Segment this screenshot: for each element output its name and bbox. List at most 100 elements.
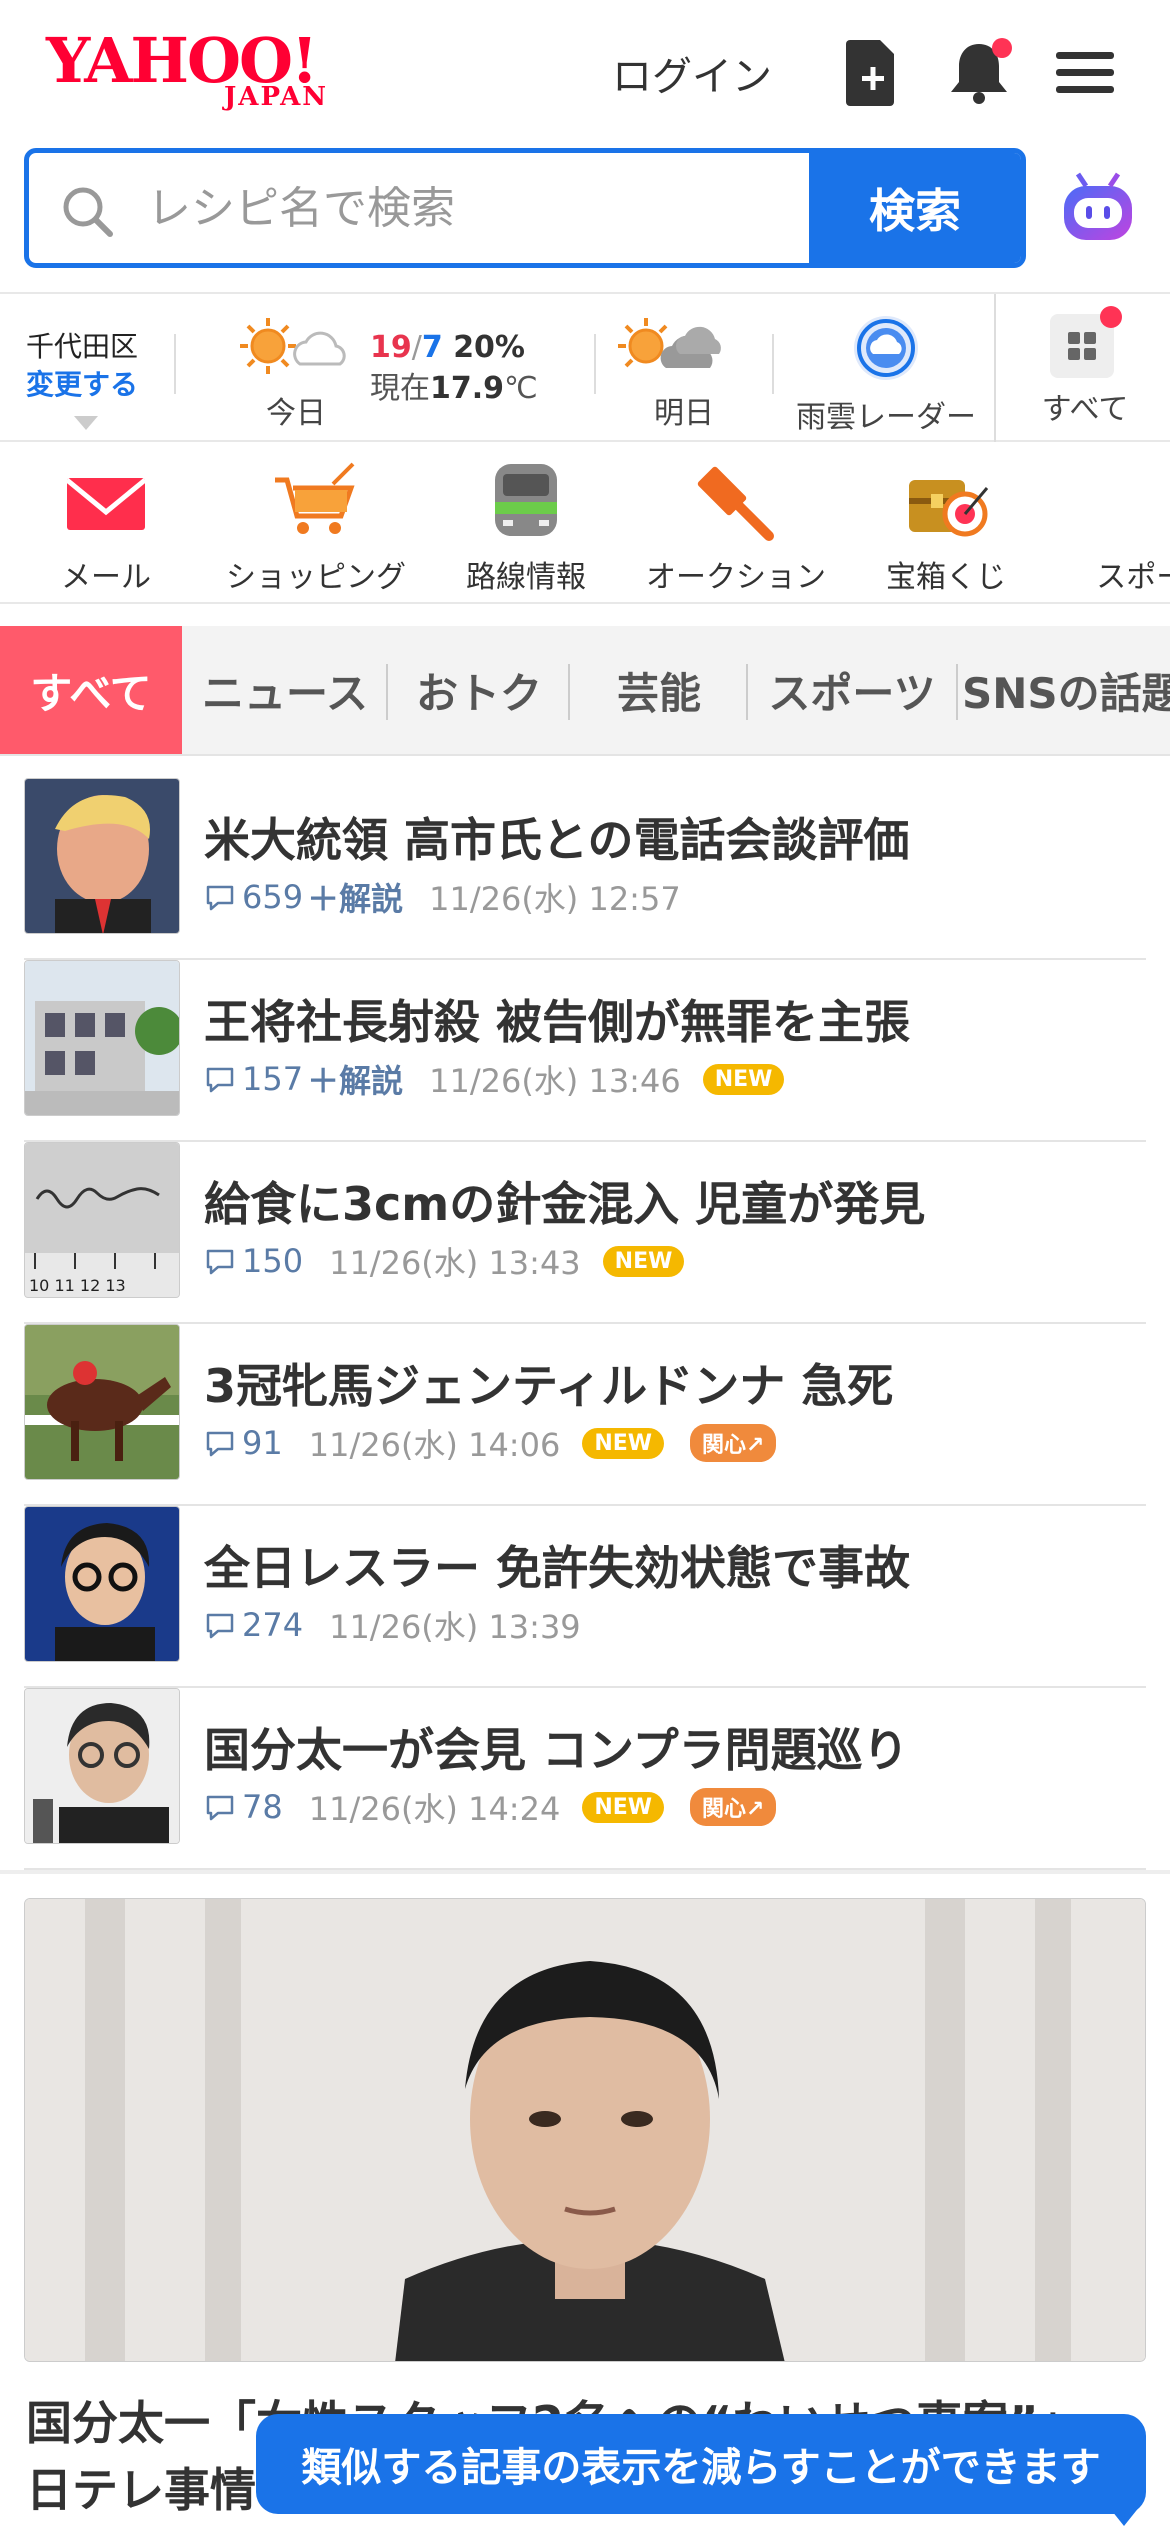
comment-icon [204, 881, 242, 913]
service-sports[interactable]: Sp スポーツ [1056, 458, 1170, 596]
ai-assistant-icon[interactable] [1056, 168, 1140, 252]
comment-count[interactable]: 78 [204, 1788, 283, 1826]
auction-hammer-icon [691, 458, 781, 544]
area-name: 千代田区 [26, 330, 139, 363]
today-temperature: 19/7 20% 現在17.9℃ [370, 330, 538, 406]
news-thumbnail [24, 1688, 180, 1844]
news-item[interactable]: 10 11 12 13 給食に3cmの針金混入 児童が発見 150 11/26(水) … [24, 1142, 1146, 1324]
tab-all[interactable]: すべて [0, 626, 182, 754]
news-thumbnail [24, 960, 180, 1116]
comment-count[interactable]: 274 [204, 1606, 303, 1644]
now-temp: 17.9 [430, 370, 505, 406]
commentary-link[interactable]: ＋解説 [307, 1056, 403, 1102]
comment-icon [204, 1245, 242, 1277]
news-title: 給食に3cmの針金混入 児童が発見 [204, 1177, 926, 1231]
all-label[interactable]: すべて [1020, 384, 1150, 428]
header: YAHOO! JAPAN ログイン [0, 0, 1170, 148]
news-meta: 91 11/26(水) 14:06 NEW 関心↗ [204, 1420, 777, 1466]
service-label: ショッピング [226, 560, 406, 595]
news-title: 米大統領 高市氏との電話会談評価 [204, 813, 910, 867]
temp-unit: ℃ [504, 370, 538, 406]
tomorrow-label: 明日 [654, 396, 714, 431]
service-nav: メール ショッピング 路線情報 オークション 宝箱くじ Sp スポーツ [0, 444, 1170, 604]
login-link[interactable]: ログイン [612, 44, 772, 102]
news-date: 11/26(水) 12:57 [429, 880, 681, 918]
change-area-link[interactable]: 変更する [26, 366, 138, 404]
service-label: メール [61, 560, 151, 595]
add-document-icon[interactable] [836, 36, 906, 108]
notification-dot [1100, 306, 1122, 328]
search-button[interactable]: 検索 [809, 153, 1021, 263]
temp-high: 19 [370, 330, 412, 365]
news-thumbnail [24, 1506, 180, 1662]
weather-area[interactable]: 千代田区 変更する [26, 328, 138, 404]
service-mail[interactable]: メール [6, 458, 206, 596]
comment-icon [204, 1427, 242, 1459]
news-title: 王将社長射殺 被告側が無罪を主張 [204, 995, 911, 1049]
mail-icon [61, 458, 151, 544]
shopping-cart-icon [271, 458, 361, 544]
today-weather[interactable]: 今日 [236, 314, 356, 432]
commentary-link[interactable]: ＋解説 [307, 874, 403, 920]
precip-chance: 20% [453, 330, 525, 365]
comment-icon [204, 1791, 242, 1823]
feedback-toast[interactable]: 類似する記事の表示を減らすことができます [256, 2414, 1146, 2514]
news-date: 11/26(水) 13:46 [429, 1062, 681, 1100]
tab-deals[interactable]: おトク [392, 626, 566, 754]
news-date: 11/26(水) 14:24 [308, 1790, 561, 1828]
service-transit[interactable]: 路線情報 [426, 458, 626, 596]
news-item[interactable]: 国分太一が会見 コンプラ問題巡り 78 11/26(水) 14:24 NEW 関心↗ [24, 1688, 1146, 1870]
category-tabs: すべて ニュース おトク 芸能 スポーツ SNSの話題 [0, 626, 1170, 756]
comment-count[interactable]: 91 [204, 1424, 283, 1462]
comment-icon [204, 1063, 242, 1095]
service-shopping[interactable]: ショッピング [216, 458, 416, 596]
radar-label: 雨雲レーダー [796, 400, 976, 435]
comment-icon [204, 1609, 242, 1641]
temp-low: 7 [421, 330, 443, 365]
radar-icon [854, 316, 918, 380]
hamburger-menu-icon[interactable] [1050, 36, 1120, 108]
news-item[interactable]: 3冠牝馬ジェンティルドンナ 急死 91 11/26(水) 14:06 NEW 関心↗ [24, 1324, 1146, 1506]
weather-strip: 千代田区 変更する 今日 19/7 20% 現在17.9℃ 明日 雨雲レーダー [0, 292, 1170, 442]
service-label: 宝箱くじ [886, 560, 1006, 595]
rain-radar[interactable]: 雨雲レーダー [786, 312, 986, 436]
sports-icon: Sp [1111, 458, 1170, 544]
tab-entertainment[interactable]: 芸能 [574, 626, 744, 754]
search-input[interactable] [147, 173, 807, 243]
news-title: 3冠牝馬ジェンティルドンナ 急死 [204, 1359, 894, 1413]
yahoo-logo[interactable]: YAHOO! JAPAN [46, 30, 366, 120]
new-badge: NEW [582, 1427, 665, 1459]
train-icon [481, 458, 571, 544]
news-thumbnail [24, 778, 180, 934]
bell-icon[interactable] [944, 36, 1014, 108]
treasure-box-icon [901, 458, 991, 544]
new-badge: NEW [602, 1245, 685, 1277]
news-meta: 274 11/26(水) 13:39 [204, 1602, 581, 1648]
tab-news[interactable]: ニュース [190, 626, 380, 754]
tomorrow-weather[interactable]: 明日 [614, 314, 754, 432]
comment-count[interactable]: 157 [204, 1060, 303, 1098]
news-item[interactable]: 王将社長射殺 被告側が無罪を主張 157 ＋解説 11/26(水) 13:46 NEW [24, 960, 1146, 1142]
tab-sns[interactable]: SNSの話題 [962, 626, 1170, 754]
dropdown-indicator [74, 416, 98, 430]
news-thumbnail: 10 11 12 13 [24, 1142, 180, 1298]
new-badge: NEW [702, 1063, 785, 1095]
new-badge: NEW [582, 1791, 665, 1823]
svg-text:10 11 12 13: 10 11 12 13 [29, 1276, 126, 1295]
news-date: 11/26(水) 13:43 [329, 1244, 581, 1282]
trending-badge: 関心↗ [690, 1424, 777, 1462]
news-title: 国分太一が会見 コンプラ問題巡り [204, 1723, 909, 1777]
news-thumbnail [24, 1324, 180, 1480]
trending-badge: 関心↗ [690, 1788, 777, 1826]
service-treasure[interactable]: 宝箱くじ [846, 458, 1046, 596]
news-item[interactable]: 全日レスラー 免許失効状態で事故 274 11/26(水) 13:39 [24, 1506, 1146, 1688]
news-meta: 659 ＋解説 11/26(水) 12:57 [204, 874, 681, 920]
news-meta: 78 11/26(水) 14:24 NEW 関心↗ [204, 1784, 777, 1830]
news-item[interactable]: 米大統領 高市氏との電話会談評価 659 ＋解説 11/26(水) 12:57 [24, 778, 1146, 960]
tab-sports[interactable]: スポーツ [752, 626, 952, 754]
featured-image[interactable] [24, 1898, 1146, 2362]
sun-cloud-icon [240, 318, 346, 374]
comment-count[interactable]: 659 [204, 878, 303, 916]
comment-count[interactable]: 150 [204, 1242, 303, 1280]
service-auction[interactable]: オークション [636, 458, 836, 596]
